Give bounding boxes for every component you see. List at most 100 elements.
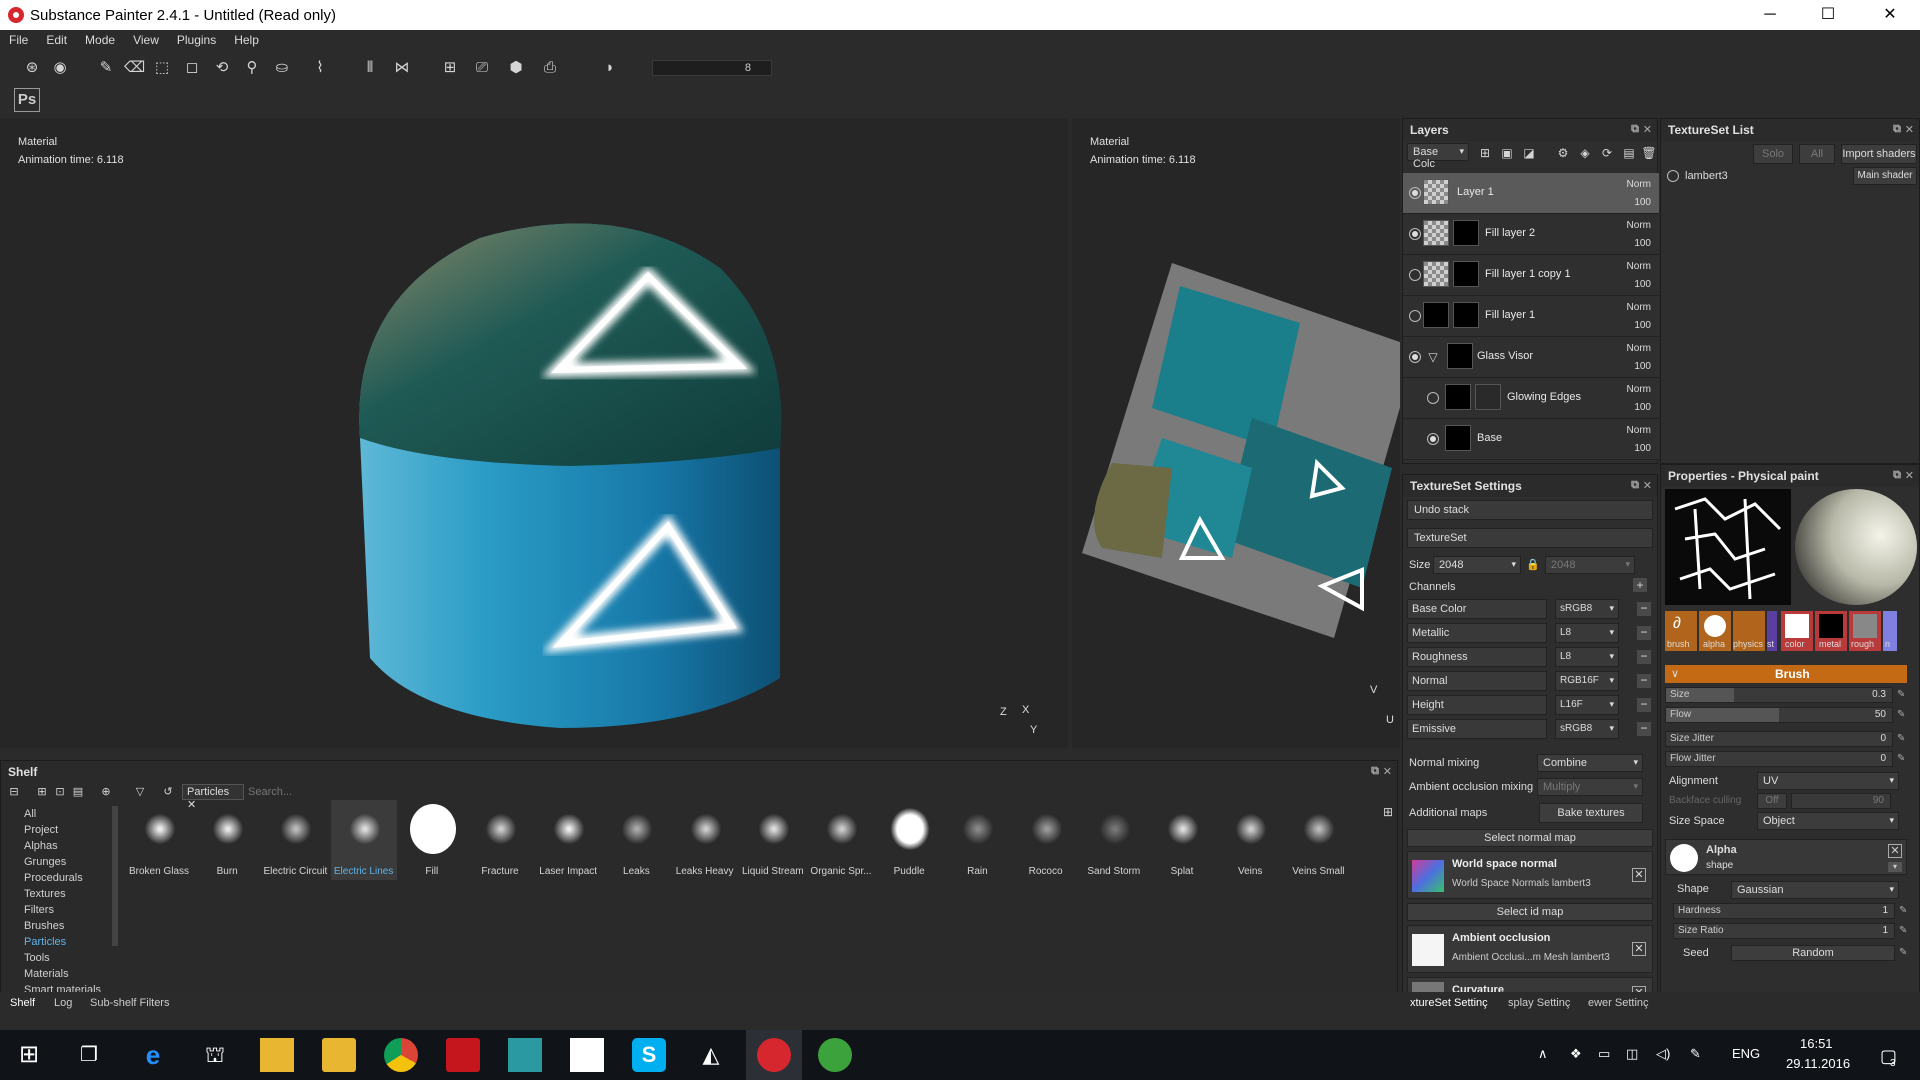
visibility-eye-icon[interactable]	[1427, 433, 1439, 445]
toolbar-value-slider[interactable]: 8	[652, 60, 772, 76]
layer-row[interactable]: Fill layer 2 Norm 100	[1403, 214, 1659, 255]
float-icon[interactable]: ⧉	[1631, 123, 1639, 136]
remove-channel-icon[interactable]: −	[1637, 650, 1651, 664]
layer-opacity[interactable]: 100	[1634, 197, 1651, 208]
size-dropdown-2[interactable]: 2048	[1545, 556, 1635, 574]
cube-icon[interactable]: ⬢	[506, 58, 526, 78]
visibility-eye-icon[interactable]	[1409, 269, 1421, 281]
polygon-fill-icon[interactable]: ◻	[182, 58, 202, 78]
undo-stack-header[interactable]: Undo stack	[1407, 500, 1653, 520]
shelf-item[interactable]: Rain	[944, 800, 1010, 880]
mirror-icon[interactable]: ⋈	[392, 58, 412, 78]
shelf-item[interactable]: Leaks Heavy	[672, 800, 738, 880]
shelf-category[interactable]: Brushes	[24, 920, 64, 932]
filter-tag[interactable]: Particles ✕	[182, 784, 244, 811]
textureset-name[interactable]: lambert3	[1685, 170, 1728, 182]
ambient-occlusion-card[interactable]: Ambient occlusion Ambient Occlusi...m Me…	[1407, 925, 1653, 973]
layer-channel-dropdown[interactable]: Base Colc	[1407, 143, 1469, 170]
folder-icon[interactable]: ▤	[70, 784, 86, 800]
shelf-item[interactable]: Electric Circuit	[262, 800, 328, 880]
visibility-eye-icon[interactable]	[1409, 228, 1421, 240]
shelf-item[interactable]: Organic Spr...	[808, 800, 874, 880]
brush-icon[interactable]: ✎	[96, 58, 116, 78]
add-filter-icon[interactable]: ◈	[1575, 143, 1595, 163]
alpha-card[interactable]: Alpha shape ✕ ▾	[1665, 839, 1907, 875]
photoshop-export-button[interactable]: Ps	[14, 88, 40, 112]
remove-channel-icon[interactable]: −	[1637, 602, 1651, 616]
lock-icon[interactable]: 🔒	[1525, 555, 1541, 575]
tab-st[interactable]: st	[1767, 611, 1777, 651]
pen-pressure-icon[interactable]: ✎	[1897, 689, 1909, 701]
maximize-button[interactable]: ☐	[1800, 0, 1856, 30]
remove-channel-icon[interactable]: −	[1637, 698, 1651, 712]
new-shelf-icon[interactable]: ⊞	[34, 784, 50, 800]
dropbox-icon[interactable]: ❖	[1570, 1046, 1582, 1062]
documents-icon[interactable]	[322, 1038, 356, 1072]
tab-shelf[interactable]: Shelf	[10, 997, 35, 1009]
layer-blend-mode[interactable]: Norm	[1627, 261, 1651, 272]
color-picker-icon[interactable]: ⌇	[310, 58, 330, 78]
add-layer-icon[interactable]: ⊞	[1475, 143, 1495, 163]
reset-icon[interactable]: ↺	[160, 784, 176, 800]
filter-icon[interactable]: ▽	[132, 784, 148, 800]
tab-rough[interactable]: rough	[1849, 611, 1881, 651]
close-icon[interactable]: ✕	[1643, 123, 1652, 136]
shelf-item[interactable]: Rococo	[1013, 800, 1079, 880]
menu-view[interactable]: View	[124, 30, 168, 50]
channel-format-dropdown[interactable]: RGB16F	[1555, 671, 1619, 691]
layer-opacity[interactable]: 100	[1634, 238, 1651, 249]
task-view-icon[interactable]: ❐	[72, 1038, 106, 1072]
normal-mixing-dropdown[interactable]: Combine	[1537, 754, 1643, 772]
all-button[interactable]: All	[1799, 144, 1835, 164]
bake-textures-button[interactable]: Bake textures	[1539, 803, 1643, 823]
edge-icon[interactable]: e	[136, 1038, 170, 1072]
size-ratio-slider[interactable]: Size Ratio 1	[1673, 923, 1895, 939]
minimize-button[interactable]: ─	[1742, 0, 1798, 30]
close-button[interactable]: ✕	[1862, 0, 1918, 30]
eraser-icon[interactable]: ⌫	[124, 58, 145, 78]
shelf-category[interactable]: Grunges	[24, 856, 66, 868]
layer-row[interactable]: ▽ Glass Visor Norm 100	[1403, 337, 1659, 378]
remove-map-icon[interactable]: ✕	[1632, 868, 1646, 882]
size-space-dropdown[interactable]: Object	[1757, 812, 1899, 830]
layer-opacity[interactable]: 100	[1634, 443, 1651, 454]
select-id-map-button[interactable]: Select id map	[1407, 903, 1653, 921]
tab-physics[interactable]: physics	[1733, 611, 1765, 651]
folder-open-icon[interactable]: ▽	[1423, 347, 1443, 367]
channel-format-dropdown[interactable]: L8	[1555, 623, 1619, 643]
grid-view-icon[interactable]: ⊞	[1380, 804, 1396, 820]
language-indicator[interactable]: ENG	[1732, 1046, 1760, 1061]
layer-row[interactable]: Fill layer 1 copy 1 Norm 100	[1403, 255, 1659, 296]
pen-pressure-icon[interactable]: ✎	[1897, 709, 1909, 721]
tab-metal[interactable]: metal	[1815, 611, 1847, 651]
visibility-eye-icon[interactable]	[1427, 392, 1439, 404]
tab-log[interactable]: Log	[54, 997, 72, 1009]
channel-format-dropdown[interactable]: sRGB8	[1555, 719, 1619, 739]
battery-icon[interactable]: ▭	[1598, 1046, 1610, 1062]
textureset-visibility-icon[interactable]	[1667, 170, 1679, 182]
unity-icon[interactable]: ◭	[694, 1038, 728, 1072]
close-icon[interactable]: ✕	[1905, 469, 1914, 482]
layer-opacity[interactable]: 100	[1634, 361, 1651, 372]
tab-textureset-settings[interactable]: xtureSet Settinç	[1410, 997, 1488, 1009]
skype-icon[interactable]: S	[632, 1038, 666, 1072]
backface-toggle[interactable]: Off	[1757, 793, 1787, 809]
add-mask-icon[interactable]: ◪	[1519, 143, 1539, 163]
alpha-dropdown-icon[interactable]: ▾	[1888, 862, 1902, 872]
shelf-item[interactable]: Fracture	[467, 800, 533, 880]
symmetry-icon[interactable]: ⫴	[360, 58, 380, 78]
layer-blend-mode[interactable]: Norm	[1627, 425, 1651, 436]
physical-paint-icon[interactable]: ◉	[50, 58, 70, 78]
shelf-category[interactable]: Tools	[24, 952, 50, 964]
chrome-icon[interactable]	[384, 1038, 418, 1072]
pen-pressure-icon[interactable]: ✎	[1899, 925, 1911, 937]
layer-opacity[interactable]: 100	[1634, 279, 1651, 290]
paint-tool-icon[interactable]: ⊛	[22, 58, 42, 78]
float-icon[interactable]: ⧉	[1893, 469, 1901, 482]
random-seed-button[interactable]: Random	[1731, 945, 1895, 961]
delete-layer-icon[interactable]: 🗑	[1639, 143, 1659, 163]
layer-blend-mode[interactable]: Norm	[1627, 302, 1651, 313]
remove-channel-icon[interactable]: −	[1637, 722, 1651, 736]
view-2d-icon[interactable]: ⊞	[440, 58, 460, 78]
layer-row[interactable]: Base Norm 100	[1403, 419, 1659, 460]
